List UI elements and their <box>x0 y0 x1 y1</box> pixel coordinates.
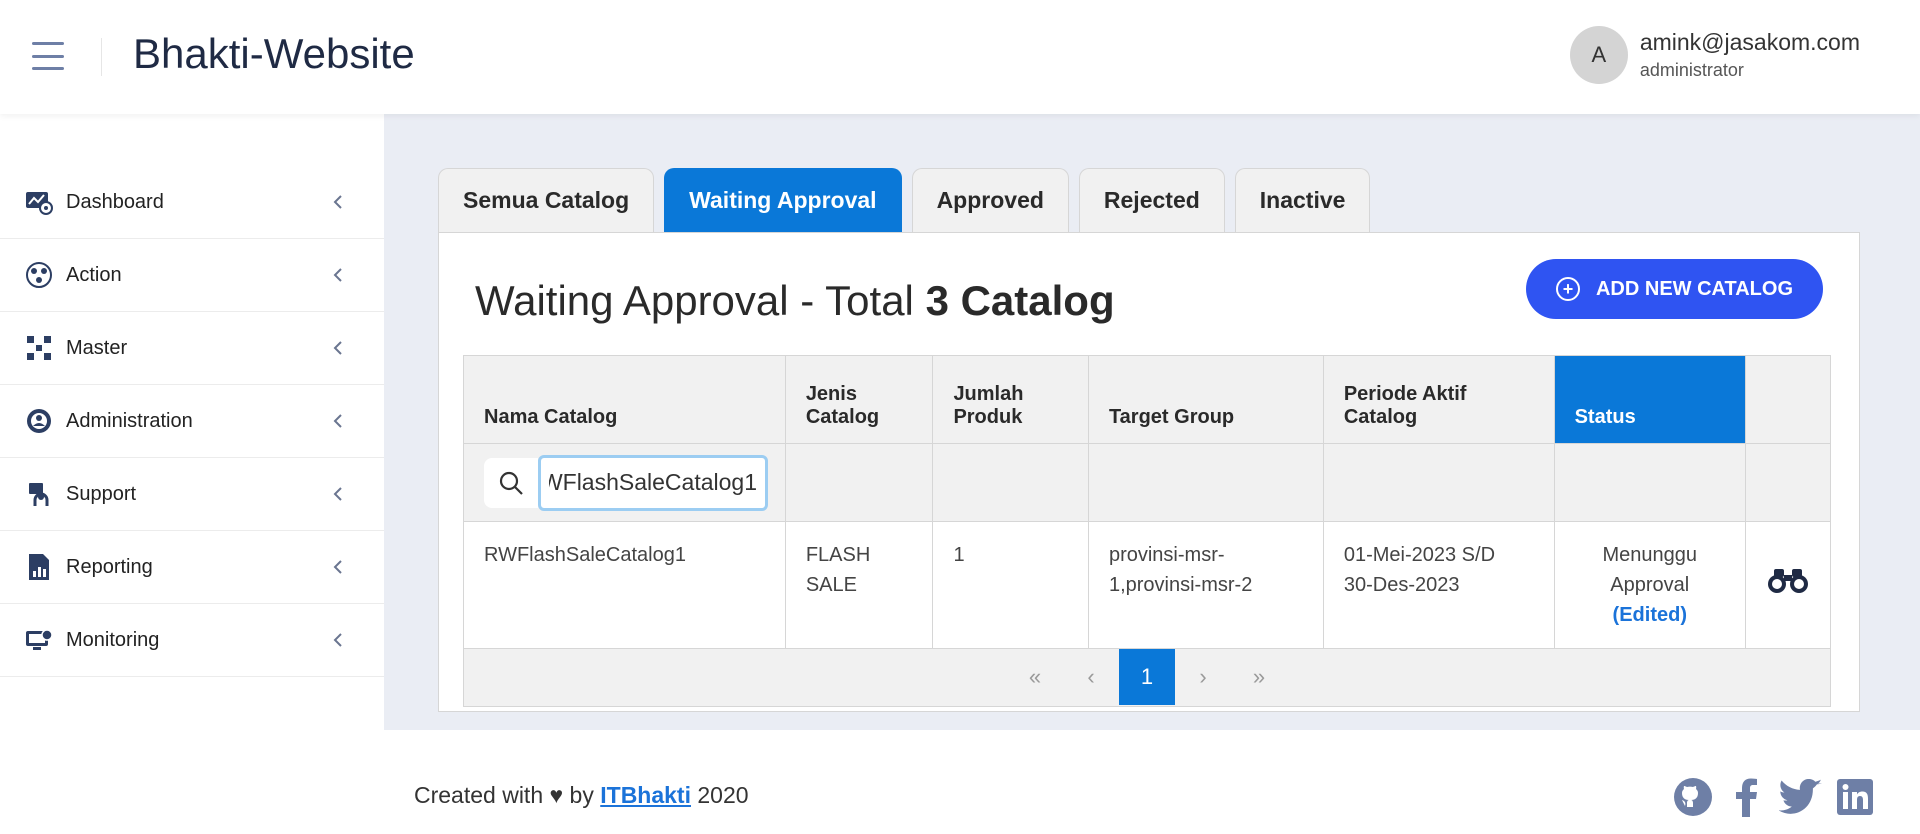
cell-nama-catalog: RWFlashSaleCatalog1 <box>463 521 786 649</box>
user-email: amink@jasakom.com <box>1639 29 1860 55</box>
cell-status: Menunggu Approval (Edited) <box>1553 521 1746 649</box>
chevron-left-icon <box>333 268 342 282</box>
sidebar-item-label: Administration <box>66 409 193 432</box>
pagination: « ‹ 1 › » <box>464 649 1830 705</box>
social-links <box>1664 772 1880 822</box>
prev-page-button[interactable]: ‹ <box>1063 649 1119 705</box>
pagination-row: « ‹ 1 › » <box>463 648 1831 707</box>
sidebar-item-action[interactable]: Action <box>0 239 384 312</box>
app-title: Bhakti-Website <box>133 30 415 77</box>
binoculars-icon[interactable] <box>1766 568 1810 600</box>
administration-icon <box>24 406 54 436</box>
sidebar-item-label: Action <box>66 263 122 286</box>
first-page-button[interactable]: « <box>1007 649 1063 705</box>
reporting-icon <box>24 552 54 582</box>
user-menu[interactable]: A amink@jasakom.com administrator <box>1569 26 1860 84</box>
search-input[interactable] <box>538 454 768 511</box>
filter-cell-empty <box>1322 443 1555 522</box>
search-box <box>484 454 785 511</box>
chevron-left-icon <box>333 633 342 647</box>
table-filter-row <box>463 443 1832 522</box>
avatar[interactable]: A <box>1569 26 1628 84</box>
catalog-table: Nama Catalog Jenis Catalog Jumlah Produk T… <box>463 355 1832 707</box>
page-title: Waiting Approval - Total 3 Catalog <box>475 277 1115 325</box>
sidebar-item-label: Monitoring <box>66 628 160 651</box>
sidebar-item-label: Dashboard <box>66 190 164 213</box>
main-content: Semua Catalog Waiting Approval Approved … <box>384 114 1920 730</box>
page-title-prefix: Waiting Approval - Total <box>475 277 926 324</box>
cell-periode-aktif: 01-Mei-2023 S/D 30-Des-2023 <box>1322 521 1555 649</box>
col-header-jumlah-produk[interactable]: Jumlah Produk <box>932 355 1089 444</box>
itbhakti-link[interactable]: ITBhakti <box>600 782 691 808</box>
cell-jumlah-produk: 1 <box>932 521 1089 649</box>
col-header-periode-aktif[interactable]: Periode Aktif Catalog <box>1322 355 1555 444</box>
support-icon <box>24 479 54 509</box>
chevron-left-icon <box>333 341 342 355</box>
user-role: administrator <box>1639 60 1744 80</box>
filter-cell-empty <box>932 443 1089 522</box>
sidebar-item-administration[interactable]: Administration <box>0 385 384 458</box>
catalog-panel: Waiting Approval - Total 3 Catalog + ADD… <box>438 232 1860 712</box>
footer-credit: Created with ♥ by ITBhakti 2020 <box>414 782 749 808</box>
chevron-left-icon <box>333 487 342 501</box>
sidebar-item-label: Support <box>66 482 137 505</box>
monitoring-icon <box>24 625 54 655</box>
col-header-jenis-catalog[interactable]: Jenis Catalog <box>784 355 934 444</box>
edited-badge: (Edited) <box>1612 604 1687 626</box>
tab-rejected[interactable]: Rejected <box>1078 168 1225 232</box>
add-new-catalog-label: ADD NEW CATALOG <box>1595 277 1793 300</box>
sidebar-item-dashboard[interactable]: Dashboard <box>0 166 384 239</box>
user-info: amink@jasakom.com administrator <box>1640 29 1860 81</box>
filter-cell-empty <box>1087 443 1324 522</box>
col-header-target-group[interactable]: Target Group <box>1087 355 1324 444</box>
dashboard-icon <box>24 187 54 217</box>
filter-cell-empty <box>1553 443 1746 522</box>
col-header-status[interactable]: Status <box>1553 355 1746 444</box>
catalog-tabs: Semua Catalog Waiting Approval Approved … <box>438 168 1380 232</box>
tab-semua-catalog[interactable]: Semua Catalog <box>438 168 655 232</box>
table-header-row: Nama Catalog Jenis Catalog Jumlah Produk T… <box>463 355 1832 444</box>
page-1-button[interactable]: 1 <box>1119 649 1175 705</box>
header-divider <box>101 38 102 76</box>
sidebar-item-label: Reporting <box>66 555 153 578</box>
filter-cell-nama <box>463 443 786 522</box>
next-page-button[interactable]: › <box>1175 649 1231 705</box>
cell-action <box>1744 521 1832 649</box>
menu-toggle-icon[interactable] <box>32 42 70 70</box>
plus-circle-icon: + <box>1555 277 1580 301</box>
chevron-left-icon <box>333 195 342 209</box>
cell-jenis-catalog: FLASH SALE <box>784 521 934 649</box>
filter-cell-empty <box>784 443 934 522</box>
tab-inactive[interactable]: Inactive <box>1234 168 1371 232</box>
sidebar-nav: Dashboard Action Master Administration S… <box>0 166 384 677</box>
twitter-icon[interactable] <box>1776 772 1826 822</box>
tab-approved[interactable]: Approved <box>911 168 1069 232</box>
sidebar-item-label: Master <box>66 336 128 359</box>
pagination-cell: « ‹ 1 › » <box>463 648 1831 707</box>
add-new-catalog-button[interactable]: + ADD NEW CATALOG <box>1525 259 1823 319</box>
sidebar-item-master[interactable]: Master <box>0 312 384 385</box>
page-title-count: 3 Catalog <box>925 277 1115 324</box>
action-icon <box>24 260 54 290</box>
top-header: Bhakti-Website A amink@jasakom.com admin… <box>0 0 1920 114</box>
search-icon <box>484 457 538 508</box>
tab-waiting-approval[interactable]: Waiting Approval <box>664 168 902 232</box>
sidebar-item-support[interactable]: Support <box>0 458 384 531</box>
col-header-nama-catalog[interactable]: Nama Catalog <box>463 355 786 444</box>
footer: Created with ♥ by ITBhakti 2020 <box>384 730 1920 834</box>
chevron-left-icon <box>333 414 342 428</box>
cell-target-group: provinsi-msr- 1,provinsi-msr-2 <box>1087 521 1324 649</box>
sidebar-item-monitoring[interactable]: Monitoring <box>0 604 384 677</box>
col-header-action <box>1744 355 1832 444</box>
master-icon <box>24 333 54 363</box>
table-row: RWFlashSaleCatalog1 FLASH SALE 1 provinsi… <box>463 521 1832 649</box>
github-icon[interactable] <box>1668 772 1718 822</box>
linkedin-icon[interactable] <box>1830 772 1880 822</box>
facebook-icon[interactable] <box>1722 772 1772 822</box>
sidebar: Dashboard Action Master Administration S… <box>0 114 384 834</box>
filter-cell-empty <box>1744 443 1832 522</box>
chevron-left-icon <box>333 560 342 574</box>
last-page-button[interactable]: » <box>1231 649 1287 705</box>
sidebar-item-reporting[interactable]: Reporting <box>0 531 384 604</box>
